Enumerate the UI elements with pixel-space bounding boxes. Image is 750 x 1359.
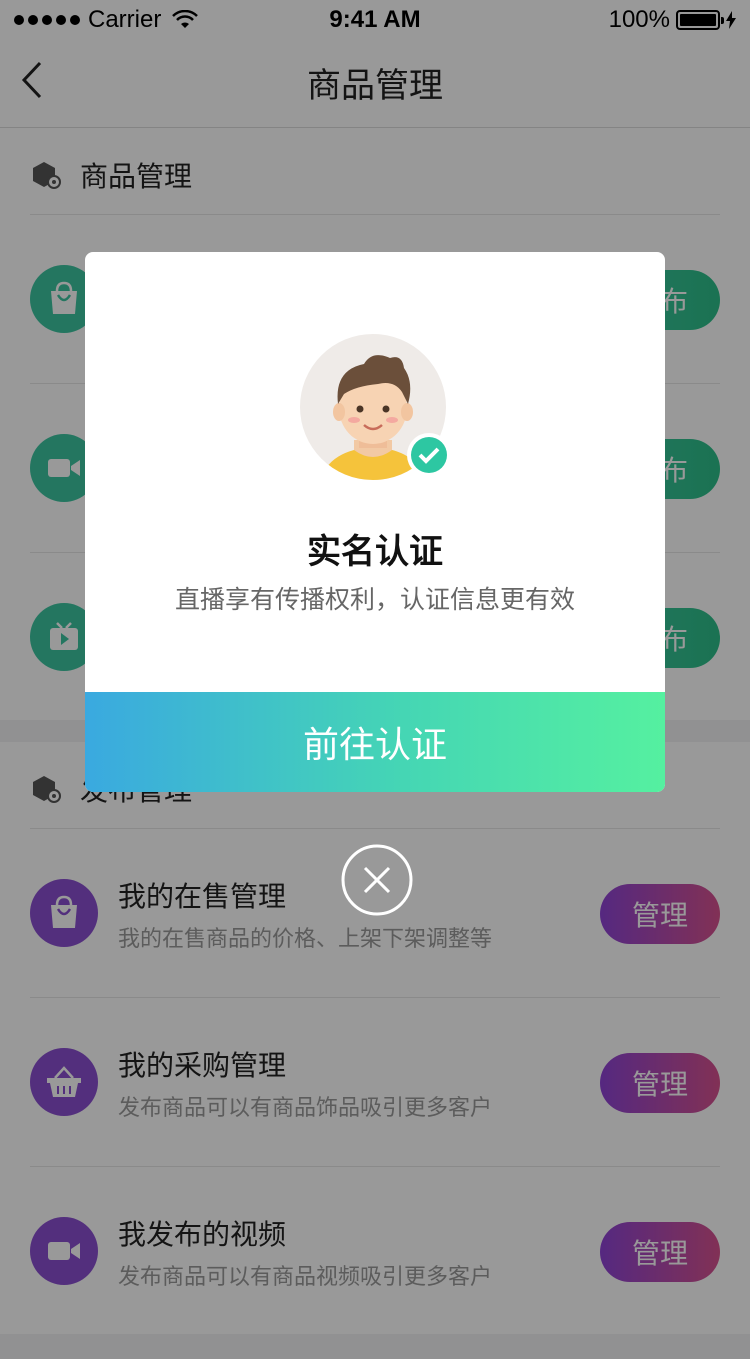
modal-description: 直播享有传播权利，认证信息更有效 xyxy=(174,585,575,614)
modal-title: 实名认证 xyxy=(307,532,443,572)
verified-check-icon xyxy=(407,433,451,477)
go-verify-button[interactable]: 前往认证 xyxy=(85,692,665,792)
avatar xyxy=(298,332,451,482)
verification-modal: 实名认证 直播享有传播权利，认证信息更有效 前往认证 xyxy=(85,252,665,792)
close-icon[interactable] xyxy=(340,843,414,917)
